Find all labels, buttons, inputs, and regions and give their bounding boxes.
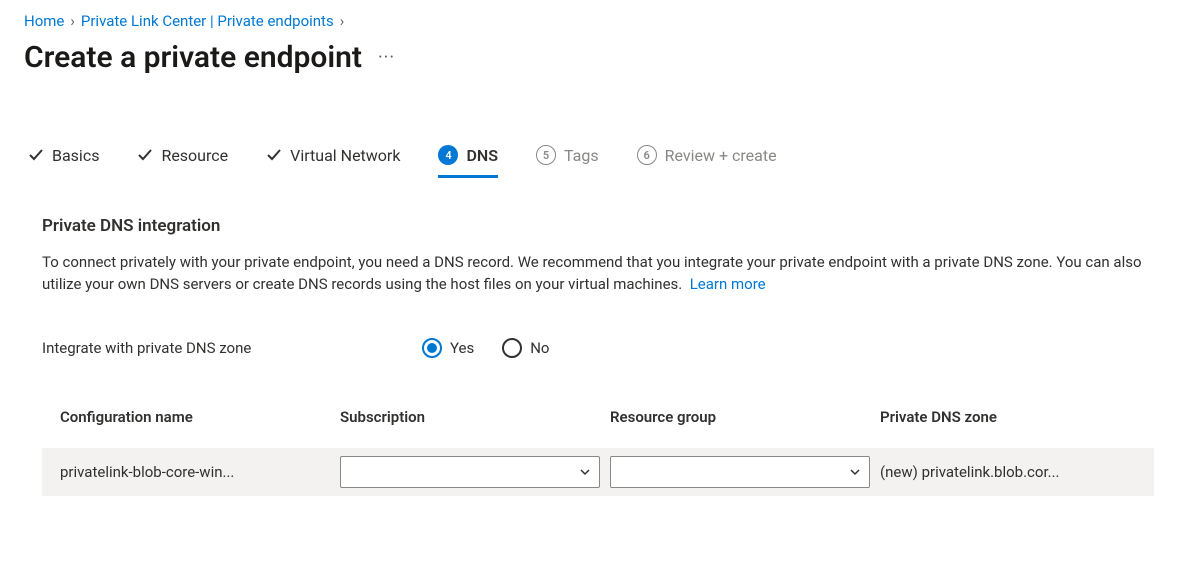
step-number-active: 4 — [438, 145, 458, 165]
step-number-pending: 5 — [536, 145, 556, 165]
integrate-dns-no-radio[interactable]: No — [502, 338, 549, 358]
breadcrumb-separator-icon: › — [340, 12, 345, 30]
learn-more-link[interactable]: Learn more — [690, 275, 766, 293]
col-header-configuration-name: Configuration name — [60, 408, 330, 426]
chevron-down-icon — [579, 466, 591, 478]
chevron-down-icon — [849, 466, 861, 478]
check-icon — [28, 147, 44, 163]
integrate-dns-label: Integrate with private DNS zone — [42, 339, 422, 357]
check-icon — [266, 147, 282, 163]
table-row: privatelink-blob-core-win... (new) priva… — [42, 448, 1154, 496]
breadcrumb-private-link-center[interactable]: Private Link Center | Private endpoints — [81, 12, 334, 30]
cell-private-dns-zone: (new) privatelink.blob.cor... — [880, 463, 1136, 481]
radio-unselected-icon — [502, 338, 522, 358]
tab-resource[interactable]: Resource — [137, 146, 228, 178]
step-number-pending: 6 — [637, 145, 657, 165]
section-heading: Private DNS integration — [42, 216, 1154, 236]
dns-config-table: Configuration name Subscription Resource… — [42, 408, 1154, 496]
tab-basics[interactable]: Basics — [28, 146, 99, 178]
breadcrumb-home[interactable]: Home — [24, 12, 64, 30]
subscription-dropdown[interactable] — [340, 456, 600, 488]
integrate-dns-radio-group: Yes No — [422, 338, 550, 358]
page-title: Create a private endpoint — [24, 40, 362, 75]
cell-configuration-name: privatelink-blob-core-win... — [60, 463, 330, 481]
col-header-private-dns-zone: Private DNS zone — [880, 408, 1136, 426]
tab-virtual-network[interactable]: Virtual Network — [266, 146, 400, 178]
integrate-dns-yes-radio[interactable]: Yes — [422, 338, 474, 358]
check-icon — [137, 147, 153, 163]
wizard-tabs: Basics Resource Virtual Network 4 DNS 5 … — [24, 145, 1156, 178]
more-actions-icon[interactable]: ··· — [378, 47, 395, 68]
tab-review-create[interactable]: 6 Review + create — [637, 145, 777, 178]
tab-dns[interactable]: 4 DNS — [438, 145, 498, 178]
resource-group-dropdown[interactable] — [610, 456, 870, 488]
breadcrumb: Home › Private Link Center | Private end… — [24, 12, 1156, 30]
section-description: To connect privately with your private e… — [42, 252, 1154, 296]
col-header-subscription: Subscription — [340, 408, 600, 426]
breadcrumb-separator-icon: › — [70, 12, 75, 30]
col-header-resource-group: Resource group — [610, 408, 870, 426]
tab-tags[interactable]: 5 Tags — [536, 145, 599, 178]
radio-selected-icon — [422, 338, 442, 358]
